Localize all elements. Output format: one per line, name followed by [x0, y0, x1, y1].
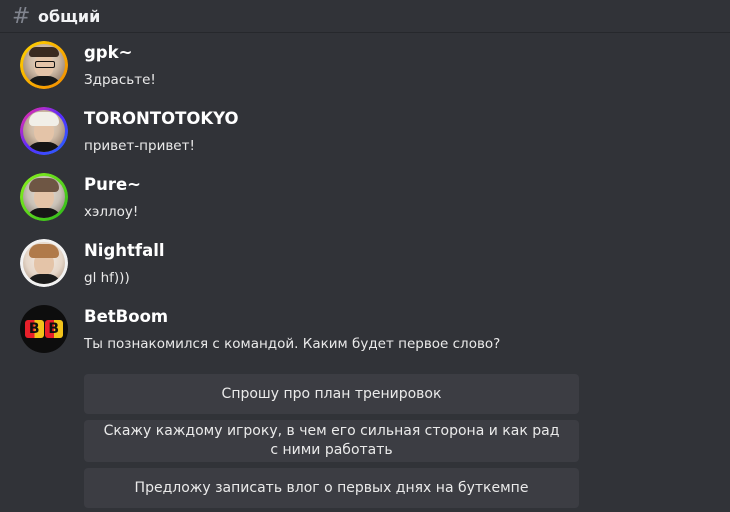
choice-button[interactable]: Скажу каждому игроку, в чем его сильная … — [84, 420, 579, 462]
username[interactable]: gpk~ — [84, 43, 132, 62]
message: B B BetBoom Ты познакомился с командой. … — [20, 305, 710, 361]
message: Nightfall gl hf))) — [20, 239, 710, 295]
message: Pure~ хэллоу! — [20, 173, 710, 229]
avatar[interactable] — [20, 107, 68, 155]
message: TORONTOTOKYO привет-привет! — [20, 107, 710, 163]
username[interactable]: BetBoom — [84, 307, 168, 326]
channel-header: # общий — [0, 0, 730, 33]
message-text: привет-привет! — [84, 138, 195, 154]
avatar[interactable] — [20, 173, 68, 221]
hash-icon: # — [12, 3, 31, 29]
channel-name: общий — [38, 6, 101, 26]
choice-button[interactable]: Спрошу про план тренировок — [84, 374, 579, 414]
message-text: Ты познакомился с командой. Каким будет … — [84, 336, 501, 352]
username[interactable]: Pure~ — [84, 175, 141, 194]
message-text: хэллоу! — [84, 204, 139, 220]
message-text: gl hf))) — [84, 270, 130, 286]
message: gpk~ Здрасьте! — [20, 41, 710, 97]
message-text: Здрасьте! — [84, 72, 156, 88]
username[interactable]: TORONTOTOKYO — [84, 109, 239, 128]
avatar[interactable] — [20, 41, 68, 89]
username[interactable]: Nightfall — [84, 241, 165, 260]
choice-button[interactable]: Предложу записать влог о первых днях на … — [84, 468, 579, 508]
betboom-logo-avatar[interactable]: B B — [20, 305, 68, 353]
bb-logo-icon: B B — [25, 320, 63, 338]
avatar[interactable] — [20, 239, 68, 287]
